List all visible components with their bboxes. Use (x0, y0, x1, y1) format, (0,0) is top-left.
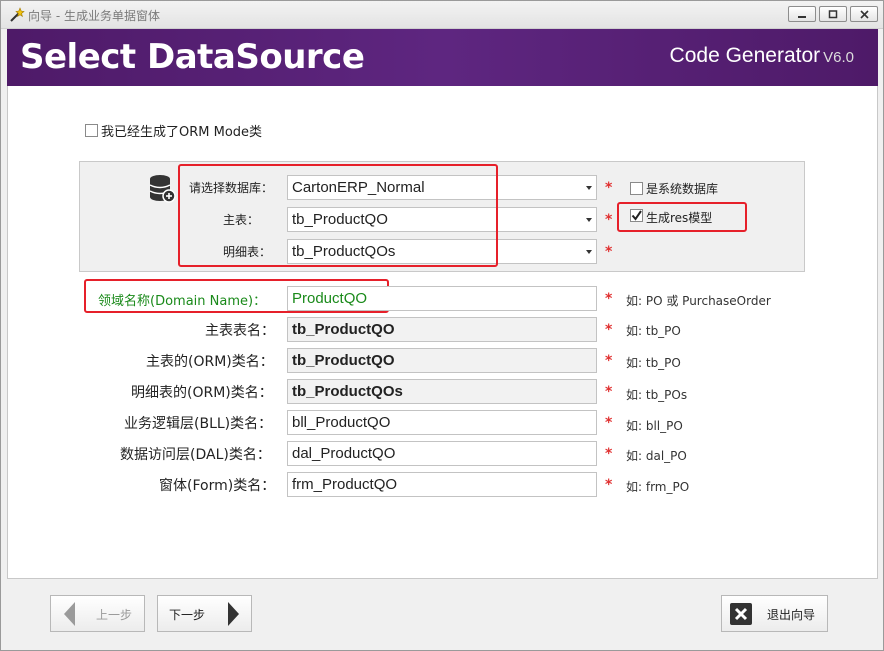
highlight-box-res (617, 202, 747, 232)
content-panel: 我已经生成了ORM Mode类 请选择数据库： CartonERP_Normal… (7, 86, 878, 579)
bll-hint: 如: bll_PO (626, 419, 683, 433)
form-class-label: 窗体(Form)类名： (159, 478, 276, 494)
maximize-button[interactable] (819, 6, 847, 22)
exit-button-label: 退出向导 (767, 608, 816, 622)
exit-button[interactable]: 退出向导 (721, 595, 828, 632)
required-mark: * (605, 384, 613, 400)
required-mark: * (605, 212, 613, 228)
required-mark: * (605, 180, 613, 196)
main-table-name-hint: 如: tb_PO (626, 324, 681, 338)
dal-input[interactable]: dal_ProductQO (287, 441, 597, 466)
form-class-value: frm_ProductQO (292, 476, 398, 493)
required-mark: * (605, 415, 613, 431)
highlight-box-datasource (178, 164, 498, 267)
domain-input[interactable]: ProductQO (287, 286, 597, 311)
brand-name: Code Generator (669, 44, 821, 67)
close-icon (860, 10, 869, 19)
detail-orm-hint: 如: tb_POs (626, 388, 688, 402)
main-orm-label: 主表的(ORM)类名： (146, 354, 274, 370)
form-class-hint: 如: frm_PO (626, 480, 690, 494)
arrow-left-icon (64, 602, 75, 626)
arrow-right-icon (228, 602, 239, 626)
detail-orm-value: tb_ProductQOs (292, 383, 403, 400)
domain-value: ProductQO (292, 290, 368, 307)
bll-label: 业务逻辑层(BLL)类名： (124, 416, 273, 432)
title-bar: 向导 - 生成业务单据窗体 (1, 1, 883, 29)
bll-input[interactable]: bll_ProductQO (287, 410, 597, 435)
brand-version: V6.0 (823, 49, 854, 66)
required-mark: * (605, 291, 613, 307)
detail-orm-field: tb_ProductQOs (287, 379, 597, 404)
domain-label: 领域名称(Domain Name)： (98, 294, 267, 309)
orm-generated-checkbox[interactable] (85, 124, 98, 137)
orm-generated-label: 我已经生成了ORM Mode类 (101, 125, 263, 140)
form-class-input[interactable]: frm_ProductQO (287, 472, 597, 497)
minimize-icon (798, 16, 806, 18)
wizard-window: 向导 - 生成业务单据窗体 Select DataSource Code Gen… (0, 0, 884, 651)
wand-icon (10, 7, 25, 22)
prev-button-label: 上一步 (96, 608, 133, 622)
chevron-down-icon (586, 250, 592, 254)
detail-orm-label: 明细表的(ORM)类名： (131, 385, 273, 401)
minimize-button[interactable] (788, 6, 816, 22)
main-orm-hint: 如: tb_PO (626, 356, 681, 370)
dal-value: dal_ProductQO (292, 445, 396, 462)
domain-hint: 如: PO 或 PurchaseOrder (626, 294, 771, 308)
required-mark: * (605, 244, 613, 260)
required-mark: * (605, 477, 613, 493)
close-button[interactable] (850, 6, 878, 22)
dal-hint: 如: dal_PO (626, 449, 687, 463)
header-banner: Select DataSource Code Generator V6.0 (7, 29, 878, 86)
main-orm-field: tb_ProductQO (287, 348, 597, 373)
database-add-icon (149, 175, 176, 203)
dal-label: 数据访问层(DAL)类名： (120, 447, 271, 463)
close-icon (730, 603, 752, 625)
chevron-down-icon (586, 186, 592, 190)
brand-label: Code Generator V6.0 (670, 44, 854, 68)
main-orm-value: tb_ProductQO (292, 352, 395, 369)
required-mark: * (605, 322, 613, 338)
required-mark: * (605, 353, 613, 369)
chevron-down-icon (586, 218, 592, 222)
bll-value: bll_ProductQO (292, 414, 391, 431)
window-title: 向导 - 生成业务单据窗体 (28, 9, 160, 23)
main-table-name-field: tb_ProductQO (287, 317, 597, 342)
main-table-name-value: tb_ProductQO (292, 321, 395, 338)
next-button-label: 下一步 (169, 608, 206, 622)
system-db-checkbox[interactable] (630, 182, 643, 195)
page-title: Select DataSource (20, 37, 365, 77)
main-table-name-label: 主表表名： (205, 323, 275, 339)
prev-button[interactable]: 上一步 (50, 595, 145, 632)
system-db-label: 是系统数据库 (646, 182, 719, 196)
next-button[interactable]: 下一步 (157, 595, 252, 632)
maximize-icon (828, 10, 838, 19)
required-mark: * (605, 446, 613, 462)
